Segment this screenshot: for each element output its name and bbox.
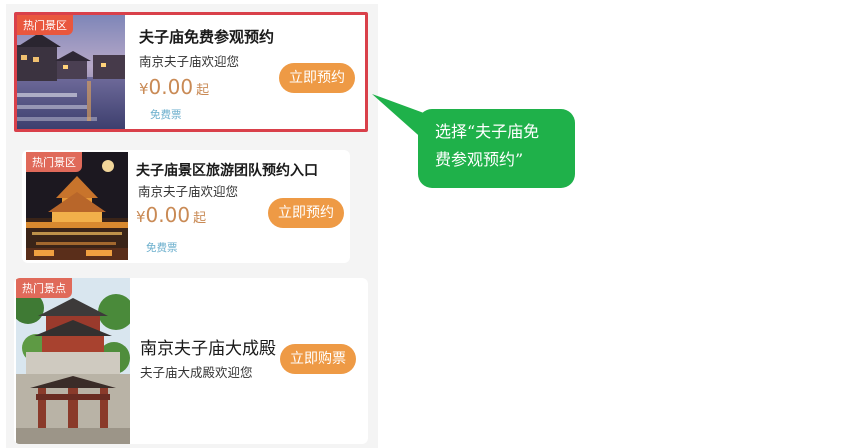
card-subtitle: 夫子庙大成殿欢迎您 <box>140 365 253 380</box>
card-title: 夫子庙免费参观预约 <box>139 28 275 46</box>
hot-scenic-tag: 热门景区 <box>26 152 82 172</box>
instruction-callout: 选择“夫子庙免 费参观预约” <box>418 109 575 188</box>
price-suffix: 起 <box>193 211 207 226</box>
book-now-button[interactable]: 立即预约 <box>268 198 344 228</box>
attraction-card-group-booking[interactable]: 热门景区 夫子庙景区旅游团队预约入口 南京夫子庙欢迎您 ¥0.00 起 免费票 立… <box>22 150 350 263</box>
callout-line-2: 费参观预约” <box>435 150 524 169</box>
price-label: ¥0.00 起 <box>139 75 209 99</box>
card-subtitle: 南京夫子庙欢迎您 <box>139 54 240 69</box>
buy-ticket-button[interactable]: 立即购票 <box>280 344 356 374</box>
currency-symbol: ¥ <box>136 208 146 226</box>
riverside-night-photo: 热门景区 <box>17 15 125 129</box>
book-now-button[interactable]: 立即预约 <box>279 63 355 93</box>
price-value: 0.00 <box>148 75 194 99</box>
free-ticket-label: 免费票 <box>150 109 182 121</box>
currency-symbol: ¥ <box>139 80 149 98</box>
free-ticket-label: 免费票 <box>146 242 178 254</box>
hot-scenic-tag: 热门景区 <box>17 15 73 35</box>
price-suffix: 起 <box>196 83 210 98</box>
attraction-card-dacheng-hall[interactable]: 热门景点 南京夫子庙大成殿 夫子庙大成殿欢迎您 立即购票 <box>14 278 368 444</box>
hot-spot-tag: 热门景点 <box>16 278 72 298</box>
illuminated-pagoda-photo: 热门景区 <box>26 152 128 260</box>
card-title: 南京夫子庙大成殿 <box>140 339 276 359</box>
callout-line-1: 选择“夫子庙免 <box>435 122 540 141</box>
temple-hall-photo: 热门景点 <box>16 278 130 444</box>
card-subtitle: 南京夫子庙欢迎您 <box>138 184 239 199</box>
price-value: 0.00 <box>145 203 191 227</box>
card-title: 夫子庙景区旅游团队预约入口 <box>136 163 318 179</box>
attraction-card-free-visit[interactable]: 热门景区 夫子庙免费参观预约 南京夫子庙欢迎您 ¥0.00 起 免费票 立即预约 <box>14 12 368 132</box>
price-label: ¥0.00 起 <box>136 203 206 227</box>
